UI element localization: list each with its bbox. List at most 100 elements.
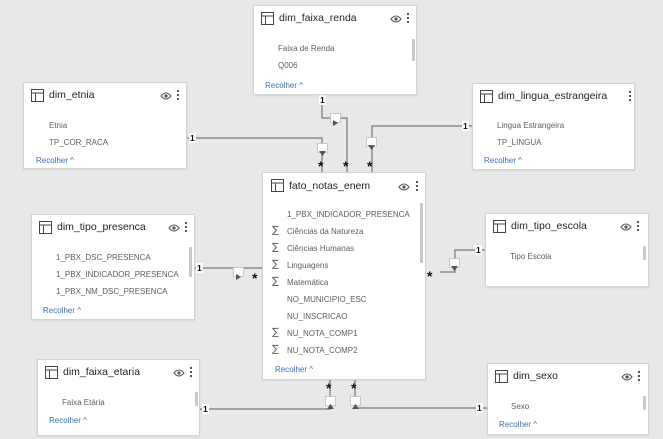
sigma-icon: ∑ xyxy=(272,327,279,338)
filter-direction-tipo-escola[interactable] xyxy=(449,258,460,271)
field-item[interactable]: 1_PBX_NM_DSC_PRESENCA xyxy=(56,287,168,296)
card-title: dim_tipo_escola xyxy=(511,220,587,232)
field-item[interactable]: Faixa de Renda xyxy=(278,44,334,53)
field-item[interactable]: Ciências da Natureza xyxy=(287,227,363,236)
scrollbar[interactable] xyxy=(195,392,198,406)
table-card-fato-notas-enem[interactable]: fato_notas_enem 1_PBX_INDICADOR_PRESENCA… xyxy=(262,172,426,380)
field-item[interactable]: Faixa Etária xyxy=(62,398,105,407)
eye-icon[interactable] xyxy=(390,14,402,24)
card-title: dim_faixa_etaria xyxy=(63,366,141,378)
cardinality-one-lingua: 1 xyxy=(462,121,469,131)
eye-icon[interactable] xyxy=(620,222,632,232)
chevron-up-icon: ^ xyxy=(309,365,314,374)
more-options-icon[interactable] xyxy=(414,179,420,193)
rel-line-lingua xyxy=(371,125,472,172)
collapse-link[interactable]: Recolher ^ xyxy=(484,156,522,165)
eye-icon[interactable] xyxy=(621,372,633,382)
scrollbar[interactable] xyxy=(189,247,192,277)
table-icon xyxy=(271,179,284,192)
cardinality-one-tipo-presenca: 1 xyxy=(196,263,203,273)
chevron-up-icon: ^ xyxy=(77,306,82,315)
table-icon xyxy=(45,366,58,379)
collapse-link[interactable]: Recolher ^ xyxy=(499,420,537,429)
table-card-dim-etnia[interactable]: dim_etnia Etnia TP_COR_RACA Recolher ^ xyxy=(23,82,187,169)
cardinality-many-etnia: * xyxy=(318,158,324,174)
more-options-icon[interactable] xyxy=(405,11,411,25)
table-card-dim-lingua-estrangeira[interactable]: dim_lingua_estrangeira Lingua Estrangeir… xyxy=(472,83,635,170)
table-icon xyxy=(493,220,506,233)
filter-direction-faixa-renda[interactable] xyxy=(330,113,341,126)
scrollbar[interactable] xyxy=(643,246,646,260)
field-item[interactable]: Tipo Escola xyxy=(510,252,552,261)
table-card-dim-sexo[interactable]: dim_sexo Sexo Recolher ^ xyxy=(487,363,649,435)
field-item[interactable]: NO_MUNICIPIO_ESC xyxy=(287,295,367,304)
scrollbar[interactable] xyxy=(643,396,646,410)
field-item[interactable]: TP_COR_RACA xyxy=(49,138,108,147)
more-options-icon[interactable] xyxy=(627,89,633,103)
sigma-icon: ∑ xyxy=(272,225,279,236)
collapse-link[interactable]: Recolher ^ xyxy=(265,81,303,90)
rel-line-etnia xyxy=(187,137,323,172)
field-item[interactable]: TP_LINGUA xyxy=(497,138,541,147)
table-icon xyxy=(39,221,52,234)
eye-icon[interactable] xyxy=(160,91,172,101)
eye-icon[interactable] xyxy=(173,368,185,378)
table-card-dim-faixa-renda[interactable]: dim_faixa_renda Faixa de Renda Q006 Reco… xyxy=(253,5,417,95)
field-item[interactable]: NU_NOTA_COMP1 xyxy=(287,329,358,338)
cardinality-one-faixa-renda: 1 xyxy=(319,95,326,105)
scrollbar[interactable] xyxy=(412,39,415,61)
filter-direction-sexo[interactable] xyxy=(350,396,361,409)
field-item[interactable]: Matemática xyxy=(287,278,328,287)
cardinality-one-etnia: 1 xyxy=(189,133,196,143)
field-item[interactable]: NU_INSCRICAO xyxy=(287,312,347,321)
rel-line-sexo xyxy=(354,380,487,409)
collapse-link[interactable]: Recolher ^ xyxy=(36,156,74,165)
chevron-up-icon: ^ xyxy=(299,81,304,90)
collapse-link[interactable]: Recolher ^ xyxy=(49,416,87,425)
scrollbar[interactable] xyxy=(420,203,423,263)
filter-direction-etnia[interactable] xyxy=(317,143,328,156)
table-card-dim-tipo-escola[interactable]: dim_tipo_escola Tipo Escola xyxy=(485,213,649,287)
field-item[interactable]: 1_PBX_DSC_PRESENCA xyxy=(56,253,151,262)
cardinality-one-sexo: 1 xyxy=(476,403,483,413)
table-card-dim-faixa-etaria[interactable]: dim_faixa_etaria Faixa Etária Recolher ^ xyxy=(37,359,200,436)
field-item[interactable]: Q006 xyxy=(278,61,298,70)
table-card-dim-tipo-presenca[interactable]: dim_tipo_presenca 1_PBX_DSC_PRESENCA 1_P… xyxy=(31,214,195,320)
chevron-up-icon: ^ xyxy=(83,416,88,425)
cardinality-many-tipo-escola: * xyxy=(427,268,433,284)
card-title: dim_etnia xyxy=(49,89,95,101)
field-item[interactable]: Lingua Estrangeira xyxy=(497,121,564,130)
eye-icon[interactable] xyxy=(168,223,180,233)
sigma-icon: ∑ xyxy=(272,259,279,270)
cardinality-one-tipo-escola: 1 xyxy=(475,245,482,255)
more-options-icon[interactable] xyxy=(183,220,189,234)
field-item[interactable]: Sexo xyxy=(511,402,529,411)
table-icon xyxy=(495,370,508,383)
collapse-link[interactable]: Recolher ^ xyxy=(43,306,81,315)
field-item[interactable]: Ciências Humanas xyxy=(287,244,354,253)
table-icon xyxy=(31,89,44,102)
card-title: dim_sexo xyxy=(513,370,558,382)
cardinality-one-faixa-etaria: 1 xyxy=(202,404,209,414)
filter-direction-faixa-etaria[interactable] xyxy=(325,396,336,409)
model-canvas[interactable]: 1 1 1 * * * 1 * 1 * * * 1 1 dim_faixa_re… xyxy=(0,0,663,439)
card-title: dim_lingua_estrangeira xyxy=(498,90,608,102)
more-options-icon[interactable] xyxy=(635,219,641,233)
collapse-link[interactable]: Recolher ^ xyxy=(275,365,313,374)
field-item[interactable]: 1_PBX_INDICADOR_PRESENCA xyxy=(56,270,179,279)
filter-direction-tipo-presenca[interactable] xyxy=(233,267,244,280)
field-item[interactable]: Etnia xyxy=(49,121,67,130)
table-icon xyxy=(480,90,493,103)
more-options-icon[interactable] xyxy=(175,88,181,102)
more-options-icon[interactable] xyxy=(636,369,642,383)
field-item[interactable]: Linguagens xyxy=(287,261,328,270)
eye-icon[interactable] xyxy=(398,182,410,192)
filter-direction-lingua[interactable] xyxy=(366,137,377,150)
cardinality-many-lingua: * xyxy=(367,158,373,174)
table-icon xyxy=(261,12,274,25)
cardinality-many-faixa-etaria: * xyxy=(326,380,332,396)
card-title: dim_tipo_presenca xyxy=(57,221,146,233)
more-options-icon[interactable] xyxy=(188,365,194,379)
field-item[interactable]: NU_NOTA_COMP2 xyxy=(287,346,358,355)
field-item[interactable]: 1_PBX_INDICADOR_PRESENCA xyxy=(287,210,410,219)
